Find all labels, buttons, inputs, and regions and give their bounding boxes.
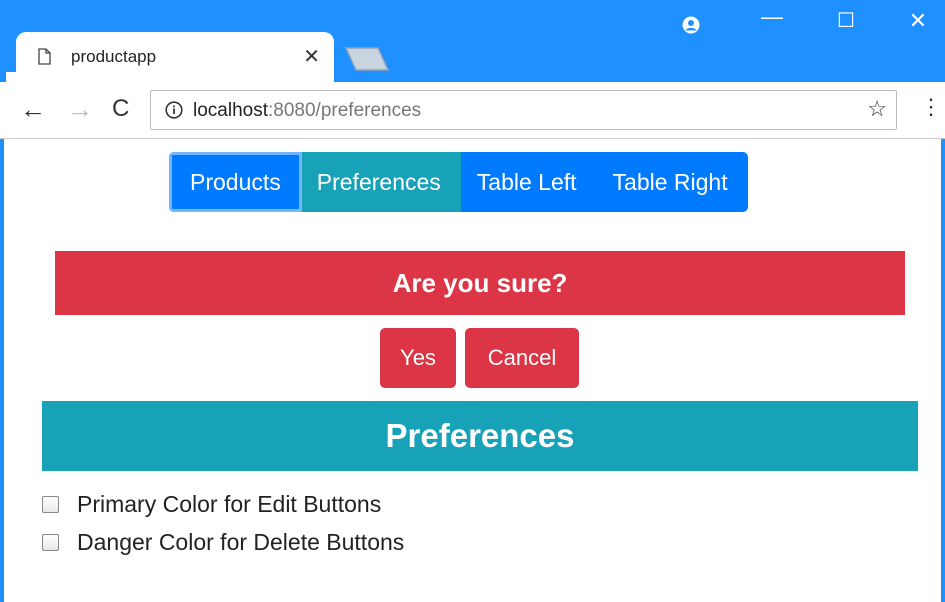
preferences-title: Preferences bbox=[42, 401, 918, 471]
page-content: Products Preferences Table Left Table Ri… bbox=[4, 139, 941, 602]
minimize-button[interactable]: — bbox=[757, 4, 787, 30]
menu-icon[interactable]: ⋮ bbox=[920, 94, 942, 120]
profile-icon[interactable] bbox=[682, 16, 700, 34]
danger-color-option: Danger Color for Delete Buttons bbox=[42, 527, 404, 557]
close-window-button[interactable]: ✕ bbox=[903, 8, 933, 34]
cancel-button[interactable]: Cancel bbox=[465, 328, 579, 388]
browser-window: productapp ✕ — ☐ ✕ ← → C localhost:8080/… bbox=[0, 0, 945, 602]
nav-products[interactable]: Products bbox=[169, 152, 302, 212]
browser-toolbar: ← → C localhost:8080/preferences ☆ ⋮ bbox=[0, 82, 945, 139]
primary-color-option: Primary Color for Edit Buttons bbox=[42, 489, 381, 519]
danger-color-label[interactable]: Danger Color for Delete Buttons bbox=[77, 529, 404, 556]
title-bar: productapp ✕ — ☐ ✕ bbox=[0, 0, 945, 82]
forward-arrow-icon[interactable]: → bbox=[67, 94, 93, 125]
url-text[interactable]: localhost:8080/preferences bbox=[193, 100, 421, 122]
back-arrow-icon[interactable]: ← bbox=[20, 94, 46, 125]
tab-title: productapp bbox=[71, 47, 157, 66]
new-tab-button[interactable] bbox=[344, 46, 390, 72]
address-bar[interactable]: localhost:8080/preferences ☆ bbox=[150, 90, 897, 130]
info-icon[interactable] bbox=[165, 101, 183, 119]
url-host: localhost bbox=[193, 100, 268, 121]
nav-table-right[interactable]: Table Right bbox=[592, 152, 748, 212]
yes-button[interactable]: Yes bbox=[380, 328, 456, 388]
maximize-button[interactable]: ☐ bbox=[831, 8, 861, 33]
reload-icon[interactable]: C bbox=[112, 95, 129, 123]
danger-color-checkbox[interactable] bbox=[42, 533, 59, 551]
bookmark-star-icon[interactable]: ☆ bbox=[867, 96, 887, 122]
nav-preferences[interactable]: Preferences bbox=[301, 152, 461, 212]
page-icon bbox=[38, 48, 51, 65]
tab-close-icon[interactable]: ✕ bbox=[303, 44, 320, 69]
primary-color-checkbox[interactable] bbox=[42, 495, 59, 513]
nav-button-group: Products Preferences Table Left Table Ri… bbox=[169, 152, 748, 212]
primary-color-label[interactable]: Primary Color for Edit Buttons bbox=[77, 491, 381, 518]
url-path: :8080/preferences bbox=[268, 100, 422, 121]
confirm-message: Are you sure? bbox=[55, 251, 905, 315]
browser-tab[interactable]: productapp ✕ bbox=[6, 32, 334, 82]
nav-table-left[interactable]: Table Left bbox=[460, 152, 593, 212]
